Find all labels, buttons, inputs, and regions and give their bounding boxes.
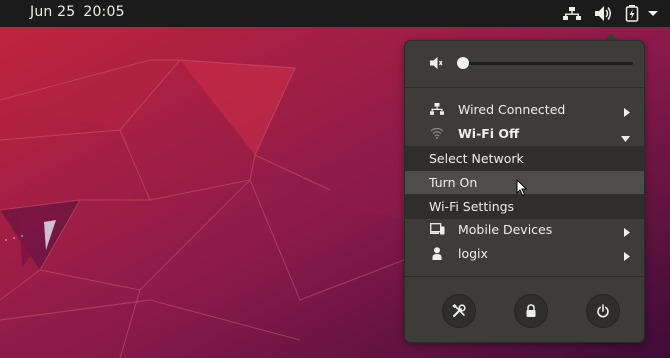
volume-muted-icon bbox=[430, 56, 444, 73]
settings-button[interactable] bbox=[442, 294, 476, 328]
date-label: Jun 25 bbox=[30, 4, 76, 20]
network-wired-icon[interactable] bbox=[563, 0, 581, 27]
wired-connected-label: Wired Connected bbox=[458, 102, 566, 117]
battery-icon[interactable] bbox=[625, 0, 639, 27]
separator bbox=[405, 276, 644, 277]
chevron-down-icon[interactable] bbox=[647, 0, 659, 27]
volume-slider[interactable] bbox=[463, 62, 633, 65]
select-network-item[interactable]: Select Network bbox=[405, 147, 644, 170]
lock-icon bbox=[526, 304, 536, 317]
wifi-off-item[interactable]: Wi-Fi Off bbox=[405, 122, 644, 145]
user-item[interactable]: logix bbox=[405, 242, 644, 265]
chevron-right-icon bbox=[624, 225, 630, 240]
volume-icon[interactable] bbox=[594, 0, 612, 27]
chevron-right-icon bbox=[624, 105, 630, 120]
chevron-right-icon bbox=[624, 249, 630, 264]
top-bar: Jun 25 20:05 bbox=[0, 0, 670, 27]
user-icon bbox=[430, 247, 444, 263]
wifi-settings-label: Wi-Fi Settings bbox=[429, 199, 515, 214]
network-wired-icon bbox=[430, 103, 444, 119]
mobile-devices-icon bbox=[430, 223, 445, 238]
separator bbox=[405, 87, 644, 88]
clock-button[interactable]: Jun 25 20:05 bbox=[30, 4, 133, 20]
settings-icon bbox=[452, 304, 466, 317]
time-label: 20:05 bbox=[83, 4, 125, 20]
user-name-label: logix bbox=[458, 246, 488, 261]
lock-button[interactable] bbox=[514, 294, 548, 328]
wifi-icon bbox=[430, 127, 444, 142]
mobile-devices-item[interactable]: Mobile Devices bbox=[405, 218, 644, 241]
wifi-off-label: Wi-Fi Off bbox=[458, 126, 520, 141]
turn-on-label: Turn On bbox=[429, 175, 478, 190]
chevron-down-icon bbox=[621, 130, 630, 145]
mobile-devices-label: Mobile Devices bbox=[458, 222, 553, 237]
mouse-cursor-icon bbox=[516, 179, 528, 197]
volume-row bbox=[405, 53, 644, 75]
wired-connected-item[interactable]: Wired Connected bbox=[405, 98, 644, 121]
wifi-settings-item[interactable]: Wi-Fi Settings bbox=[405, 195, 644, 218]
select-network-label: Select Network bbox=[429, 151, 524, 166]
action-buttons bbox=[405, 294, 644, 328]
power-icon bbox=[597, 304, 609, 318]
volume-slider-handle[interactable] bbox=[457, 57, 469, 69]
power-button[interactable] bbox=[586, 294, 620, 328]
